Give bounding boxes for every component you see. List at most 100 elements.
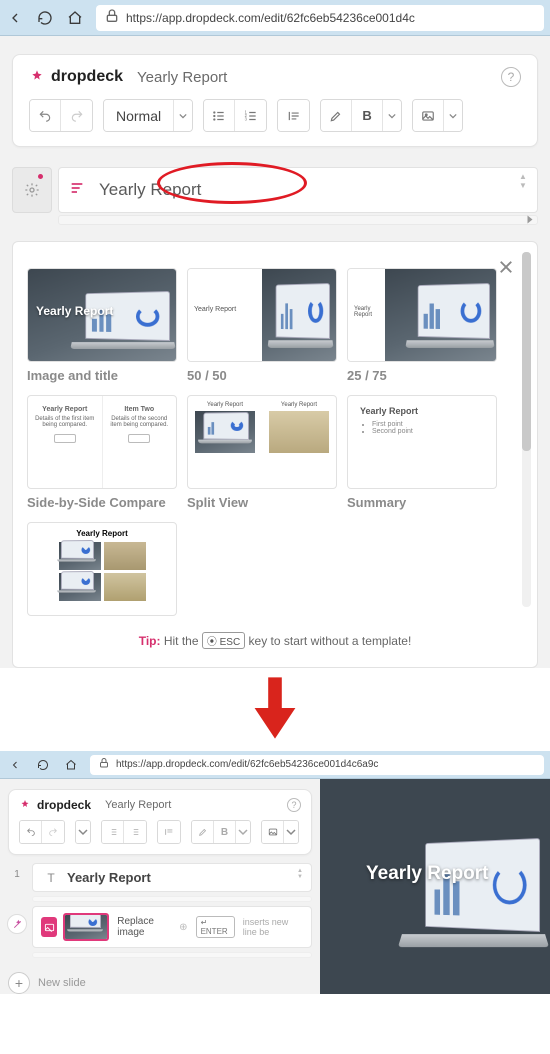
close-icon[interactable] xyxy=(497,258,515,281)
help-button-2[interactable]: ? xyxy=(287,798,301,812)
format-caret-2[interactable] xyxy=(236,821,250,843)
url-text-2: https://app.dropdeck.com/edit/62fc6eb542… xyxy=(116,759,378,770)
slide-settings-button[interactable] xyxy=(12,167,52,213)
sv-cap2: Yearly Report xyxy=(281,402,317,408)
template1-overlay: Yearly Report xyxy=(36,304,113,318)
quote-button-2[interactable] xyxy=(158,821,180,843)
text-format-caret[interactable] xyxy=(383,100,401,131)
template1-label: Image and title xyxy=(27,368,177,383)
back-icon[interactable] xyxy=(6,9,24,27)
title-input[interactable] xyxy=(99,180,279,200)
back-icon-2[interactable] xyxy=(6,756,24,774)
tip-prefix: Tip: xyxy=(139,634,161,648)
redo-button[interactable] xyxy=(61,100,92,131)
browser-chrome-top: https://app.dropdeck.com/edit/62fc6eb542… xyxy=(0,0,550,36)
enter-hint: inserts new line be xyxy=(243,917,303,937)
esc-key: ⦿ ESC xyxy=(202,632,245,649)
sum-p1: First point xyxy=(372,421,484,428)
highlight-button-2[interactable] xyxy=(192,821,214,843)
undo-button[interactable] xyxy=(30,100,61,131)
json-icon: ⊕ xyxy=(179,922,187,933)
preview-title: Yearly Report xyxy=(366,863,489,885)
brand-logo-icon xyxy=(29,69,45,85)
home-icon[interactable] xyxy=(66,9,84,27)
image-button-2[interactable] xyxy=(262,821,284,843)
document-title: Yearly Report xyxy=(137,69,227,86)
template2-label: 50 / 50 xyxy=(187,368,337,383)
template4-label: Side-by-Side Compare xyxy=(27,495,177,510)
image-block-icon xyxy=(41,917,57,937)
app-header: dropdeck Yearly Report ? xyxy=(29,67,521,87)
app-card-2: dropdeck Yearly Report ? B xyxy=(8,789,312,855)
sv-cap1: Yearly Report xyxy=(207,402,243,408)
image-caret-2[interactable] xyxy=(284,821,298,843)
template3-label: 25 / 75 xyxy=(347,368,497,383)
template6-label: Summary xyxy=(347,495,497,510)
plus-icon: + xyxy=(8,972,30,994)
title-spinners[interactable]: ▲▼ xyxy=(519,172,533,208)
sum-p2: Second point xyxy=(372,428,484,435)
image-thumbnail[interactable] xyxy=(63,913,109,941)
highlight-button[interactable] xyxy=(321,100,352,131)
svg-text:3: 3 xyxy=(244,116,247,121)
big-arrow-icon xyxy=(0,668,550,751)
image-button[interactable] xyxy=(413,100,444,131)
bold-button-2[interactable]: B xyxy=(214,821,236,843)
reload-icon-2[interactable] xyxy=(34,756,52,774)
numbered-list-button[interactable]: 123 xyxy=(235,100,266,131)
gal-head: Yearly Report xyxy=(76,529,128,538)
brand: dropdeck xyxy=(29,68,123,86)
home-icon-2[interactable] xyxy=(62,756,80,774)
sum-head: Yearly Report xyxy=(360,406,484,416)
slide-number: 1 xyxy=(14,869,20,880)
enter-key: ↵ ENTER xyxy=(196,916,235,938)
style-caret[interactable] xyxy=(174,100,192,131)
app-card: dropdeck Yearly Report ? Normal 123 xyxy=(12,54,538,147)
sbs-col2-desc: Details of the second item being compare… xyxy=(108,416,170,428)
new-slide-row[interactable]: + New slide xyxy=(8,972,312,994)
template-50-50[interactable]: Yearly Report 50 / 50 xyxy=(187,268,337,383)
chooser-scrollbar[interactable] xyxy=(522,252,531,607)
help-button[interactable]: ? xyxy=(501,67,521,87)
outline-icon xyxy=(69,180,85,201)
new-slide-label: New slide xyxy=(38,977,86,989)
sbs-col1-desc: Details of the first item being compared… xyxy=(34,416,96,428)
style-caret-2[interactable] xyxy=(76,821,90,843)
ghost-row xyxy=(32,896,312,902)
numbered-list-button-2[interactable] xyxy=(124,821,146,843)
address-bar-2[interactable]: https://app.dropdeck.com/edit/62fc6eb542… xyxy=(90,755,544,775)
template3-mini-title: Yearly Report xyxy=(354,306,385,318)
template-25-75[interactable]: Yearly Report 25 / 75 xyxy=(347,268,497,383)
template-split-view[interactable]: Yearly Report Yearly Report Split View xyxy=(187,395,337,510)
replace-image-label: Replace image xyxy=(117,916,171,938)
slide-image-row[interactable]: Replace image ⊕ ↵ ENTER inserts new line… xyxy=(32,906,312,948)
magic-button[interactable] xyxy=(7,914,27,934)
undo-button-2[interactable] xyxy=(20,821,42,843)
template-gallery[interactable]: Yearly Report xyxy=(27,522,177,616)
browser-chrome-bottom: https://app.dropdeck.com/edit/62fc6eb542… xyxy=(0,751,550,779)
slide-title-row[interactable]: T Yearly Report ▲▼ xyxy=(32,863,312,892)
redo-button-2[interactable] xyxy=(42,821,64,843)
reload-icon[interactable] xyxy=(36,9,54,27)
text-icon: T xyxy=(43,871,59,885)
title-editor: ▲▼ xyxy=(58,167,538,213)
bulleted-list-button[interactable] xyxy=(204,100,235,131)
template-summary[interactable]: Yearly Report First pointSecond point Sum… xyxy=(347,395,497,510)
hscroll-stub[interactable] xyxy=(58,215,538,225)
url-text: https://app.dropdeck.com/edit/62fc6eb542… xyxy=(126,11,415,25)
bulleted-list-button-2[interactable] xyxy=(102,821,124,843)
sbs-col2-head: Item Two xyxy=(108,406,170,413)
address-bar[interactable]: https://app.dropdeck.com/edit/62fc6eb542… xyxy=(96,5,544,31)
quote-button[interactable] xyxy=(278,100,309,131)
template-side-by-side[interactable]: Yearly Report Details of the first item b… xyxy=(27,395,177,510)
bold-button[interactable]: B xyxy=(352,100,383,131)
style-selector[interactable]: Normal xyxy=(104,100,174,131)
sbs-col1-head: Yearly Report xyxy=(34,406,96,413)
title-row: ▲▼ xyxy=(12,167,538,213)
image-caret[interactable] xyxy=(444,100,462,131)
template-image-and-title[interactable]: Yearly Report Image and title xyxy=(27,268,177,383)
slide-preview: Yearly Report xyxy=(320,779,550,994)
template-chooser: Yearly Report Image and title Yearly Rep… xyxy=(12,241,538,668)
slide-title-text: Yearly Report xyxy=(67,870,151,885)
document-title-2: Yearly Report xyxy=(105,799,171,811)
